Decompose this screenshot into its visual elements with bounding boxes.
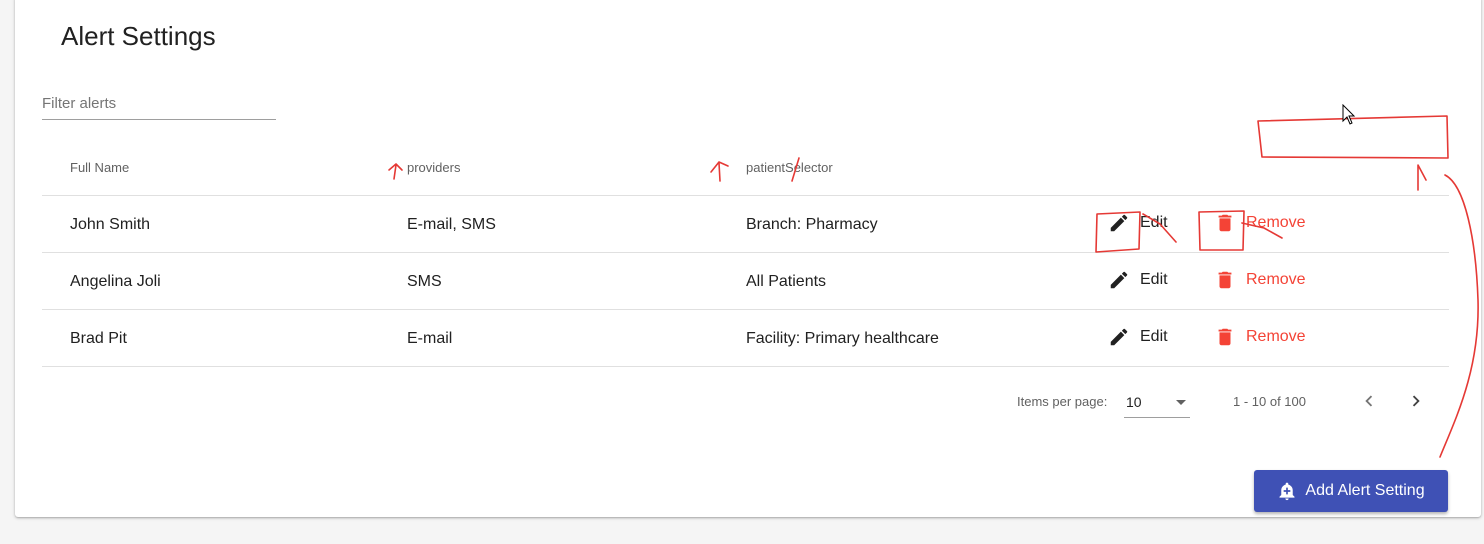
cell-patient-selector: All Patients [746, 273, 827, 290]
pencil-icon [1110, 328, 1128, 346]
remove-label: Remove [1246, 214, 1306, 231]
items-per-page-label: Items per page: [1017, 394, 1108, 409]
column-header-full-name[interactable]: Full Name [70, 160, 129, 175]
edit-button[interactable]: Edit [1108, 326, 1168, 348]
cell-full-name: Brad Pit [70, 330, 127, 347]
remove-button[interactable]: Remove [1214, 212, 1306, 234]
filter-field [42, 88, 276, 120]
alert-settings-card: Alert Settings Full Name providers patie… [15, 0, 1481, 517]
pencil-icon [1110, 271, 1128, 289]
edit-label: Edit [1140, 214, 1168, 231]
page-title: Alert Settings [61, 21, 216, 51]
remove-button[interactable]: Remove [1214, 269, 1306, 291]
cell-providers: E-mail [407, 330, 453, 347]
remove-label: Remove [1246, 328, 1306, 345]
table-row: John Smith E-mail, SMS Branch: Pharmacy … [42, 196, 1449, 253]
items-per-page-select[interactable]: 10 [1124, 388, 1190, 418]
chevron-right-icon [1412, 395, 1420, 407]
cell-patient-selector: Facility: Primary healthcare [746, 330, 939, 347]
cell-patient-selector: Branch: Pharmacy [746, 216, 878, 233]
trash-icon [1218, 271, 1232, 289]
alerts-table: Full Name providers patientSelector John… [42, 138, 1449, 367]
cell-providers: E-mail, SMS [407, 216, 496, 233]
cell-full-name: Angelina Joli [70, 273, 161, 290]
column-header-providers[interactable]: providers [407, 160, 460, 175]
remove-button[interactable]: Remove [1214, 326, 1306, 348]
next-page-button[interactable] [1401, 386, 1431, 416]
previous-page-button[interactable] [1354, 386, 1384, 416]
edit-label: Edit [1140, 271, 1168, 288]
paginator: Items per page: 10 1 - 10 of 100 [42, 368, 1449, 428]
cell-full-name: John Smith [70, 216, 151, 233]
add-alert-bell-icon [1279, 482, 1295, 501]
items-per-page-value: 10 [1126, 394, 1142, 410]
add-alert-setting-label: Add Alert Setting [1305, 482, 1425, 499]
remove-label: Remove [1246, 271, 1306, 288]
edit-label: Edit [1140, 328, 1168, 345]
edit-button[interactable]: Edit [1108, 269, 1168, 291]
table-row: Brad Pit E-mail Facility: Primary health… [42, 310, 1449, 367]
trash-icon [1218, 328, 1232, 346]
column-header-patient-selector[interactable]: patientSelector [746, 160, 833, 175]
edit-button[interactable]: Edit [1108, 212, 1168, 234]
pencil-icon [1110, 214, 1128, 232]
filter-input[interactable] [42, 88, 276, 118]
add-alert-setting-button[interactable]: Add Alert Setting [1254, 470, 1448, 512]
table-row: Angelina Joli SMS All Patients Edit Remo… [42, 253, 1449, 310]
chevron-left-icon [1365, 395, 1373, 407]
dropdown-arrow-icon [1176, 400, 1186, 405]
range-label: 1 - 10 of 100 [1233, 394, 1306, 409]
trash-icon [1218, 214, 1232, 232]
mouse-cursor-icon [1342, 104, 1356, 125]
cell-providers: SMS [407, 273, 442, 290]
table-header: Full Name providers patientSelector [42, 138, 1449, 196]
